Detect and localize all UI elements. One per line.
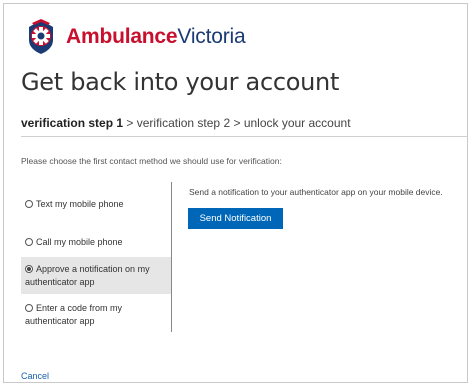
brand-wordmark: AmbulanceVictoria <box>66 25 246 49</box>
instruction-text: Please choose the first contact method w… <box>21 156 282 166</box>
brand-header: AmbulanceVictoria <box>24 17 246 57</box>
breadcrumb-step-2: verification step 2 <box>136 116 231 130</box>
breadcrumb-current-step: verification step 1 <box>21 116 124 130</box>
option-enter-code[interactable]: Enter a code from my authenticator app <box>21 302 171 330</box>
radio-checked-icon[interactable] <box>25 265 33 273</box>
option-label: Enter a code from my authenticator app <box>25 303 123 326</box>
option-call-mobile[interactable]: Call my mobile phone <box>21 236 171 252</box>
option-approve-notification[interactable]: Approve a notification on my authenticat… <box>21 257 171 294</box>
option-label: Text my mobile phone <box>36 199 124 209</box>
radio-unchecked-icon[interactable] <box>25 304 33 312</box>
breadcrumb-step-3: unlock your account <box>243 116 351 130</box>
breadcrumb-separator: > <box>230 116 244 130</box>
page-title: Get back into your account <box>21 68 340 96</box>
breadcrumb-divider <box>21 136 468 137</box>
option-label: Approve a notification on my authenticat… <box>25 264 150 287</box>
option-label: Call my mobile phone <box>36 237 123 247</box>
radio-unchecked-icon[interactable] <box>25 238 33 246</box>
ambulance-star-logo-icon <box>29 19 53 54</box>
option-text-mobile[interactable]: Text my mobile phone <box>21 198 171 214</box>
method-description: Send a notification to your authenticato… <box>189 187 443 197</box>
cancel-link[interactable]: Cancel <box>21 371 49 381</box>
radio-unchecked-icon[interactable] <box>25 200 33 208</box>
contact-method-list: Text my mobile phone Call my mobile phon… <box>21 182 172 332</box>
breadcrumb: verification step 1 > verification step … <box>21 116 351 130</box>
breadcrumb-separator: > <box>123 116 137 130</box>
brand-name-victoria: Victoria <box>177 25 246 48</box>
send-notification-button[interactable]: Send Notification <box>188 208 283 229</box>
recovery-panel: AmbulanceVictoria Get back into your acc… <box>3 3 468 383</box>
brand-name-ambulance: Ambulance <box>66 25 178 48</box>
